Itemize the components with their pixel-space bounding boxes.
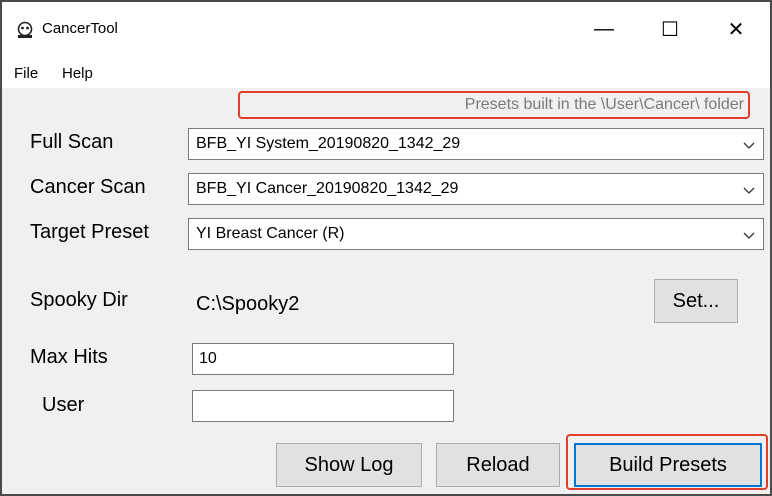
spooky-dir-value: C:\Spooky2: [196, 293, 300, 315]
spooky-dir-label: Spooky Dir: [30, 289, 128, 311]
title-bar[interactable]: CancerTool — ☐ ✕: [2, 2, 770, 56]
target-preset-dropdown[interactable]: YI Breast Cancer (R): [188, 218, 764, 250]
cancertool-window: CancerTool — ☐ ✕ File Help Presets built…: [0, 0, 772, 496]
cancer-scan-value: BFB_YI Cancer_20190820_1342_29: [196, 180, 459, 197]
target-preset-label: Target Preset: [30, 221, 149, 243]
user-label: User: [42, 394, 85, 416]
build-presets-button[interactable]: Build Presets: [574, 443, 762, 487]
cancer-scan-dropdown[interactable]: BFB_YI Cancer_20190820_1342_29: [188, 173, 764, 205]
chevron-down-icon: [743, 142, 755, 149]
full-scan-label: Full Scan: [30, 131, 114, 153]
close-button[interactable]: ✕: [704, 2, 768, 56]
cancer-scan-label: Cancer Scan: [30, 176, 146, 198]
app-icon: [17, 21, 33, 38]
target-preset-value: YI Breast Cancer (R): [196, 225, 345, 242]
set-dir-button[interactable]: Set...: [654, 279, 738, 323]
max-hits-value: 10: [199, 350, 217, 367]
full-scan-value: BFB_YI System_20190820_1342_29: [196, 135, 461, 152]
max-hits-label: Max Hits: [30, 346, 108, 368]
menu-file[interactable]: File: [14, 65, 38, 82]
user-input[interactable]: [192, 390, 454, 422]
max-hits-input[interactable]: 10: [192, 343, 454, 375]
chevron-down-icon: [743, 187, 755, 194]
menu-bar: File Help: [2, 56, 770, 88]
chevron-down-icon: [743, 232, 755, 239]
reload-button[interactable]: Reload: [436, 443, 560, 487]
maximize-button[interactable]: ☐: [638, 2, 702, 56]
presets-location-hint: Presets built in the \User\Cancer\ folde…: [238, 91, 750, 119]
window-title: CancerTool: [42, 20, 118, 37]
menu-help[interactable]: Help: [62, 65, 93, 82]
show-log-button[interactable]: Show Log: [276, 443, 422, 487]
minimize-button[interactable]: —: [572, 2, 636, 56]
full-scan-dropdown[interactable]: BFB_YI System_20190820_1342_29: [188, 128, 764, 160]
